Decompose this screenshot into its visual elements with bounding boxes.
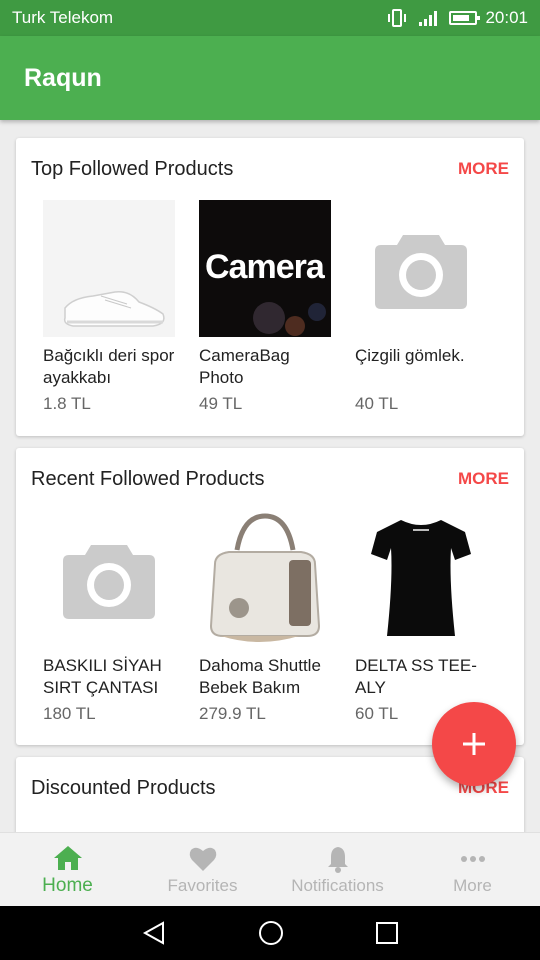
- product-card[interactable]: BASKILI SİYAH SIRT ÇANTASI 180 TL: [43, 510, 175, 724]
- nav-label: Favorites: [167, 875, 238, 895]
- app-title: Raqun: [24, 63, 102, 92]
- product-price: 49 TL: [199, 394, 243, 413]
- camera-placeholder-icon: [355, 200, 487, 337]
- product-card[interactable]: DELTA SS TEE-ALY 60 TL: [355, 510, 487, 724]
- battery-icon: [449, 11, 481, 25]
- app-bar: Raqun: [0, 36, 540, 120]
- signal-icon: [419, 11, 438, 26]
- more-button-top-followed[interactable]: MORE: [458, 159, 509, 179]
- carrier-name: Turk Telekom: [12, 8, 114, 27]
- nav-more[interactable]: More: [405, 833, 540, 906]
- status-bar: Turk Telekom 20:01: [0, 0, 540, 36]
- product-name: BASKILI SİYAH SIRT ÇANTASI: [43, 656, 162, 697]
- product-name: Bağcıklı deri spor ayakkabı: [43, 346, 175, 387]
- home-circle-icon[interactable]: [257, 919, 285, 947]
- clock: 20:01: [485, 8, 528, 27]
- back-icon[interactable]: [141, 920, 167, 946]
- top-followed-card: Top Followed Products MORE Bağcıklı deri…: [16, 138, 524, 436]
- recent-followed-card: Recent Followed Products MORE BASKILI Sİ…: [16, 448, 524, 745]
- product-card[interactable]: Çizgili gömlek. 40 TL: [355, 200, 487, 414]
- recents-square-icon[interactable]: [375, 921, 399, 945]
- product-image-black-tee: [355, 510, 487, 647]
- nav-favorites[interactable]: Favorites: [135, 833, 270, 906]
- nav-notifications[interactable]: Notifications: [270, 833, 405, 906]
- nav-label: Home: [42, 874, 93, 896]
- nav-home[interactable]: Home: [0, 833, 135, 906]
- product-card[interactable]: Bağcıklı deri spor ayakkabı 1.8 TL: [43, 200, 175, 414]
- camera-placeholder-icon: [43, 510, 175, 647]
- product-image-sneaker: [43, 200, 175, 337]
- product-price: 279.9 TL: [199, 704, 266, 723]
- more-button-recent-followed[interactable]: MORE: [458, 469, 509, 489]
- add-fab-button[interactable]: [432, 702, 516, 786]
- vibrate-icon: [388, 9, 407, 27]
- product-name: DELTA SS TEE-ALY: [355, 656, 477, 697]
- product-price: 40 TL: [355, 394, 399, 413]
- product-name: Dahoma Shuttle Bebek Bakım: [199, 656, 321, 697]
- heart-icon: [189, 847, 216, 871]
- status-icons: 20:01: [387, 8, 528, 28]
- product-name: Çizgili gömlek.: [355, 346, 465, 365]
- camerabag-logo-text: Camera: [205, 248, 325, 286]
- product-name: CameraBag Photo: [199, 346, 290, 387]
- product-card[interactable]: Dahoma Shuttle Bebek Bakım 279.9 TL: [199, 510, 331, 724]
- nav-label: Notifications: [291, 875, 384, 895]
- product-price: 180 TL: [43, 704, 96, 723]
- nav-label: More: [453, 875, 492, 895]
- product-price: 1.8 TL: [43, 394, 91, 413]
- home-icon: [53, 845, 82, 870]
- section-title: Top Followed Products: [31, 157, 234, 180]
- section-title: Discounted Products: [31, 776, 216, 799]
- plus-icon: [463, 733, 485, 755]
- product-image-camerabag: Camera: [199, 200, 331, 337]
- system-navigation-bar: [0, 906, 540, 960]
- bell-icon: [327, 846, 348, 873]
- bottom-navigation: Home Favorites Notifications More: [0, 832, 540, 906]
- product-image-baby-bag: [199, 510, 331, 647]
- more-dots-icon: [460, 855, 485, 862]
- section-title: Recent Followed Products: [31, 467, 265, 490]
- product-card[interactable]: Camera CameraBag Photo 49 TL: [199, 200, 331, 414]
